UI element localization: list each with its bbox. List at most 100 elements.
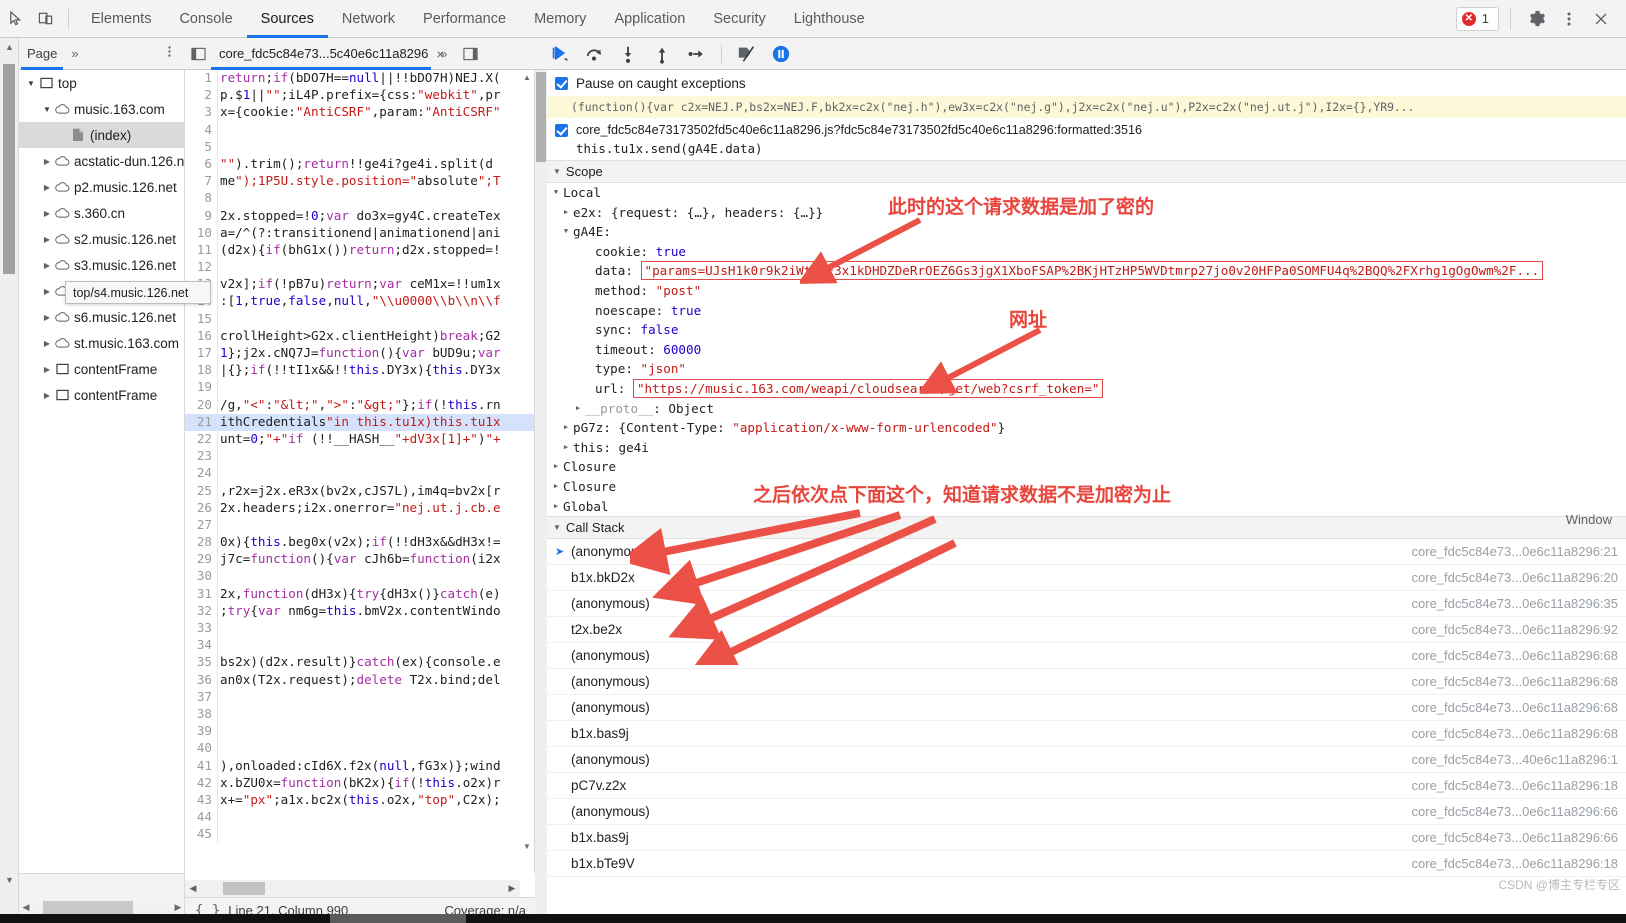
code-line[interactable]: 33 xyxy=(185,620,534,638)
scroll-right-arrow-icon[interactable]: ▶ xyxy=(171,902,185,913)
chevron-right-icon[interactable]: ▶ xyxy=(41,183,53,192)
scroll-up-arrow-icon[interactable]: ▲ xyxy=(520,70,534,84)
scroll-right-arrow-icon[interactable]: ▶ xyxy=(504,883,520,894)
call-stack-row[interactable]: (anonymous) core_fdc5c84e73...0e6c11a8296… xyxy=(547,643,1626,670)
code-line[interactable]: 24 xyxy=(185,465,534,483)
code-line[interactable]: 15 xyxy=(185,310,534,328)
tree-node-acstatic-dun-126-net[interactable]: ▶ acstatic-dun.126.net xyxy=(19,148,184,174)
line-number[interactable]: 1 xyxy=(185,70,217,87)
tree-node-p2-music-126-net[interactable]: ▶ p2.music.126.net xyxy=(19,174,184,200)
scrollbar-thumb[interactable] xyxy=(223,882,265,895)
code-line[interactable]: 11 (d2x){if(bhG1x())return;d2x.stopped=! xyxy=(185,241,534,260)
code-line[interactable]: 28 0x){this.beg0x(v2x);if(!!dH3x&&dH3x!= xyxy=(185,534,534,552)
line-number[interactable]: 38 xyxy=(185,706,217,723)
code-line[interactable]: 4 xyxy=(185,121,534,139)
scope-group-closure-1[interactable]: ▶ Closure xyxy=(547,457,1626,477)
line-number[interactable]: 36 xyxy=(185,672,217,689)
code-line[interactable]: 13v2x];if(!pB7u)return;var ceM1x=!!um1x xyxy=(185,276,534,294)
scroll-down-arrow-icon[interactable]: ▼ xyxy=(520,839,534,853)
code-line[interactable]: 38 xyxy=(185,705,534,724)
call-stack-row[interactable]: pC7v.z2x core_fdc5c84e73...0e6c11a8296:18 xyxy=(547,773,1626,800)
call-stack-row[interactable]: (anonymous) core_fdc5c84e73...40e6c11a829… xyxy=(547,747,1626,774)
line-number[interactable]: 32 xyxy=(185,603,217,620)
tree-node-contentframe[interactable]: ▶ contentFrame xyxy=(19,382,184,408)
step-out-icon[interactable] xyxy=(647,40,677,68)
tree-node-st-music-163-com[interactable]: ▶ st.music.163.com xyxy=(19,330,184,356)
line-number[interactable]: 29 xyxy=(185,551,217,568)
line-number[interactable]: 35 xyxy=(185,654,217,671)
code-line[interactable]: 19 xyxy=(185,379,534,397)
code-line[interactable]: 12 xyxy=(185,259,534,277)
line-number[interactable]: 39 xyxy=(185,723,217,740)
call-stack-row[interactable]: b1x.bTe9V core_fdc5c84e73...0e6c11a8296:1… xyxy=(547,851,1626,878)
code-line[interactable]: 44 xyxy=(185,809,534,827)
line-number[interactable]: 23 xyxy=(185,448,217,465)
chevron-right-icon[interactable]: ▶ xyxy=(41,157,53,166)
window-scrollbar[interactable]: ▲ ▼ xyxy=(0,38,19,923)
call-stack-row[interactable]: t2x.be2x core_fdc5c84e73...0e6c11a8296:92 xyxy=(547,617,1626,644)
tab-memory[interactable]: Memory xyxy=(520,0,600,38)
tree-node-s3-music-126-net[interactable]: ▶ s3.music.126.net xyxy=(19,252,184,278)
step-icon[interactable] xyxy=(681,40,711,68)
line-number[interactable]: 11 xyxy=(185,242,217,259)
tab-security[interactable]: Security xyxy=(699,0,779,38)
line-number[interactable]: 44 xyxy=(185,809,217,826)
scope-prop-timeout[interactable]: timeout: 60000 xyxy=(547,340,1626,360)
code-line[interactable]: 22 unt=0;"+"if (!!__HASH__"+dV3x[1]+")"+ xyxy=(185,430,534,449)
line-number[interactable]: 4 xyxy=(185,122,217,139)
tab-elements[interactable]: Elements xyxy=(77,0,165,38)
code-line[interactable]: 18 |{};if(!!tI1x&&!!this.DY3x){this.DY3x xyxy=(185,362,534,380)
tree-node-s6-music-126-net[interactable]: ▶ s6.music.126.net xyxy=(19,304,184,330)
line-number[interactable]: 41 xyxy=(185,758,217,775)
show-debugger-icon[interactable] xyxy=(457,38,483,70)
scope-prop-data[interactable]: data: "params=UJsH1k0r9k2iWt%2F3x1kDHDZD… xyxy=(547,261,1626,281)
navigator-hscrollbar[interactable]: ◀ ▶ xyxy=(19,899,185,915)
show-navigator-icon[interactable] xyxy=(185,38,211,70)
line-number[interactable]: 2 xyxy=(185,87,217,104)
call-stack-row[interactable]: b1x.bkD2x core_fdc5c84e73...0e6c11a8296:2… xyxy=(547,565,1626,592)
chevron-right-icon[interactable]: ▶ xyxy=(41,391,53,400)
line-number[interactable]: 9 xyxy=(185,208,217,225)
chevron-down-icon[interactable]: ▼ xyxy=(559,222,573,242)
pause-on-caught-checkbox[interactable] xyxy=(555,76,568,90)
line-number[interactable]: 34 xyxy=(185,637,217,654)
tab-console[interactable]: Console xyxy=(165,0,246,38)
editor-vscrollbar[interactable]: ▲ ▼ xyxy=(520,70,534,853)
source-code-editor[interactable]: 1 return;if(bDO7H==null||!!bDO7H)NEJ.X(2 p… xyxy=(185,70,535,873)
chevron-right-icon[interactable]: ▶ xyxy=(559,203,573,223)
inspect-cursor-icon[interactable] xyxy=(0,0,30,38)
error-count-badge[interactable]: ✕ 1 xyxy=(1455,6,1499,31)
code-line[interactable]: 1 return;if(bDO7H==null||!!bDO7H)NEJ.X( xyxy=(185,70,534,88)
navigator-tab-page[interactable]: Page xyxy=(19,38,65,70)
gear-icon[interactable] xyxy=(1522,4,1552,34)
tree-node-contentframe[interactable]: ▶ contentFrame xyxy=(19,356,184,382)
line-number[interactable]: 20 xyxy=(185,397,217,414)
chevron-right-icon[interactable]: ▶ xyxy=(41,313,53,322)
line-number[interactable]: 5 xyxy=(185,139,217,156)
chevron-right-icon[interactable]: ▶ xyxy=(549,497,563,517)
code-line[interactable]: 29 j7c=function(){var cJh6b=function(i2x xyxy=(185,551,534,569)
scroll-up-arrow-icon[interactable]: ▲ xyxy=(0,38,19,56)
scrollbar-track[interactable] xyxy=(201,881,504,896)
tab-performance[interactable]: Performance xyxy=(409,0,520,38)
code-line[interactable]: 21 ithCredentials"in this.tu1x)this.tu1x xyxy=(185,413,534,431)
code-line[interactable]: 36 an0x(T2x.request);delete T2x.bind;del xyxy=(185,671,534,689)
pause-on-caught-exceptions-row[interactable]: Pause on caught exceptions xyxy=(547,70,1626,96)
step-over-icon[interactable] xyxy=(579,40,609,68)
chevron-right-icon[interactable]: ▶ xyxy=(549,477,563,497)
line-number[interactable]: 28 xyxy=(185,534,217,551)
line-number[interactable]: 24 xyxy=(185,465,217,482)
deactivate-breakpoints-icon[interactable] xyxy=(732,40,762,68)
tab-sources[interactable]: Sources xyxy=(246,0,329,38)
code-line[interactable]: 32 ;try{var nm6g=this.bmV2x.contentWindo xyxy=(185,602,534,620)
line-number[interactable]: 7 xyxy=(185,173,217,190)
scope-var-gA4E[interactable]: ▼ gA4E: xyxy=(547,222,1626,242)
tree-node-music-163-com[interactable]: ▼ music.163.com xyxy=(19,96,184,122)
editor-hscrollbar[interactable]: ◀ ▶ xyxy=(185,880,520,897)
line-number[interactable]: 26 xyxy=(185,500,217,517)
scope-prop-type[interactable]: type: "json" xyxy=(547,359,1626,379)
call-stack-row[interactable]: ➤ (anonymous) core_fdc5c84e73...0e6c11a829… xyxy=(547,539,1626,566)
code-line[interactable]: 34 xyxy=(185,637,534,655)
line-number[interactable]: 43 xyxy=(185,792,217,809)
chevron-right-icon[interactable]: ▶ xyxy=(41,261,53,270)
